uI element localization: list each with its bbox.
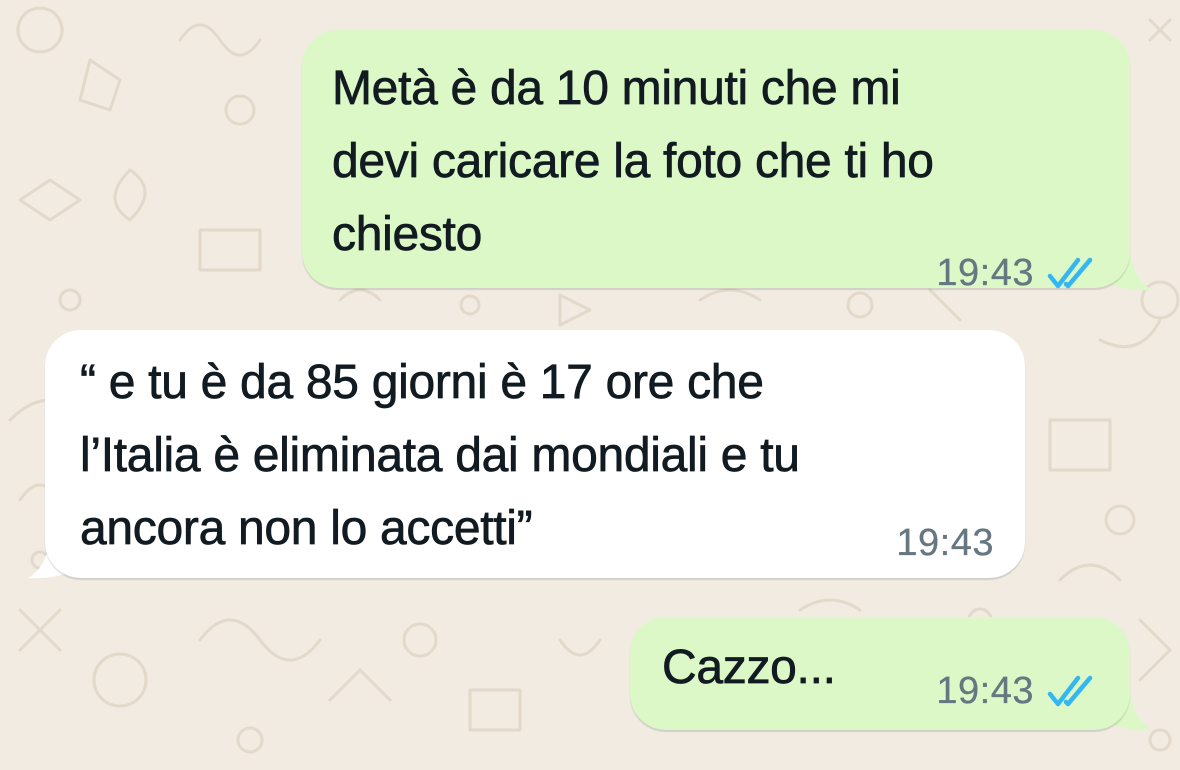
message-meta: 19:43	[936, 670, 1102, 713]
message-meta: 19:43	[936, 252, 1102, 295]
double-check-icon	[1047, 257, 1093, 288]
message-text: “ e tu è da 85 giorni è 17 ore che l’Ita…	[80, 356, 801, 556]
message-bubble-outgoing[interactable]: Metà è da 10 minuti che mi devi caricare…	[302, 30, 1130, 294]
double-check-icon	[1047, 675, 1093, 706]
message-time: 19:43	[896, 522, 994, 564]
message-bubble-incoming[interactable]: “ e tu è da 85 giorni è 17 ore che l’Ita…	[45, 330, 1025, 578]
message-time: 19:43	[936, 252, 1034, 294]
message-text: Metà è da 10 minuti che mi devi caricare…	[332, 62, 935, 262]
message-meta: 19:43	[896, 522, 994, 565]
message-text: Cazzo...	[662, 641, 837, 695]
message-time: 19:43	[936, 670, 1034, 712]
